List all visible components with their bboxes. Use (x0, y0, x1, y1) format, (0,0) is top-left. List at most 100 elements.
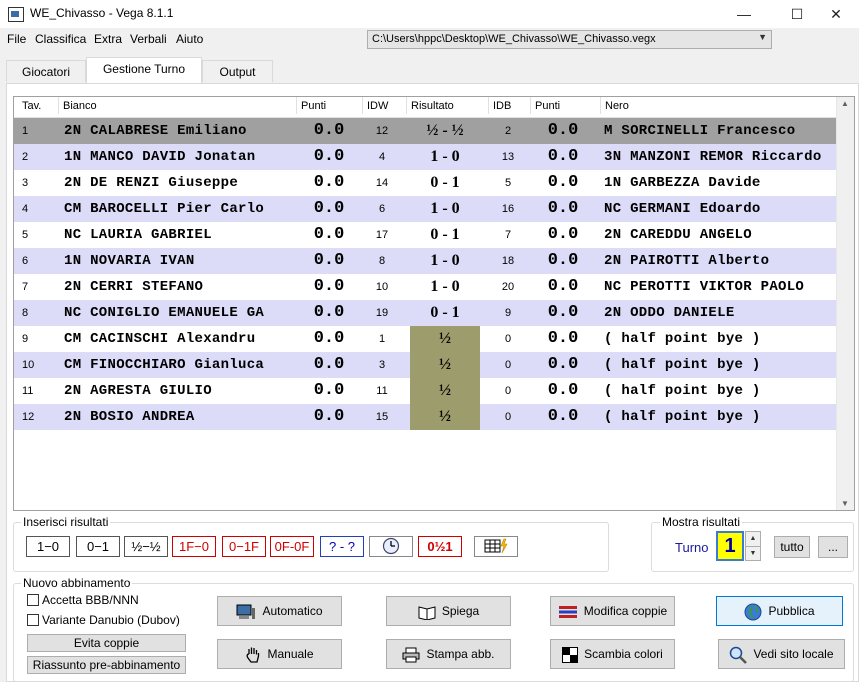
header-result[interactable]: Risultato (406, 97, 488, 114)
stampa-abb-button[interactable]: Stampa abb. (386, 639, 511, 669)
table-cell-result[interactable]: 1 - 0 (410, 248, 480, 274)
result-custom-button[interactable]: 0½1 (418, 536, 462, 557)
table-cell-result[interactable]: ½ (410, 326, 480, 352)
variante-danubio-checkbox[interactable] (27, 614, 39, 626)
table-cell-white-points[interactable]: 0.0 (300, 326, 358, 352)
table-cell-white-points[interactable]: 0.0 (300, 144, 358, 170)
header-white[interactable]: Bianco (58, 97, 296, 114)
table-cell-idb[interactable]: 7 (488, 222, 528, 248)
table-cell-white-points[interactable]: 0.0 (300, 248, 358, 274)
table-cell-white[interactable]: 1N NOVARIA IVAN (62, 248, 300, 274)
table-cell-white[interactable]: 2N BOSIO ANDREA (62, 404, 300, 430)
table-cell-result[interactable]: ½ - ½ (410, 118, 480, 144)
table-cell-black[interactable]: ( half point bye ) (604, 326, 836, 352)
table-cell-black-points[interactable]: 0.0 (534, 222, 592, 248)
table-cell-idw[interactable]: 4 (362, 144, 402, 170)
table-cell-idw[interactable]: 19 (362, 300, 402, 326)
table-cell-tav[interactable]: 9 (14, 326, 58, 352)
menu-extra[interactable]: Extra (94, 32, 122, 46)
header-black-points[interactable]: Punti (530, 97, 600, 114)
result-postponed-button[interactable] (369, 536, 413, 557)
table-cell-white-points[interactable]: 0.0 (300, 274, 358, 300)
table-cell-idb[interactable]: 0 (488, 404, 528, 430)
table-cell-tav[interactable]: 8 (14, 300, 58, 326)
table-cell-white[interactable]: 2N CERRI STEFANO (62, 274, 300, 300)
spin-down-icon[interactable]: ▼ (746, 547, 760, 561)
menu-classifica[interactable]: Classifica (35, 32, 86, 46)
table-cell-result[interactable]: ½ (410, 404, 480, 430)
table-cell-black-points[interactable]: 0.0 (534, 274, 592, 300)
manuale-button[interactable]: Manuale (217, 639, 342, 669)
table-cell-black-points[interactable]: 0.0 (534, 170, 592, 196)
table-cell-idb[interactable]: 18 (488, 248, 528, 274)
table-row[interactable]: 6 1N NOVARIA IVAN 0.0 8 1 - 0 18 0.0 2N PAIROTT… (14, 248, 836, 274)
menu-aiuto[interactable]: Aiuto (176, 32, 203, 46)
table-cell-white-points[interactable]: 0.0 (300, 352, 358, 378)
result-0f-0f-button[interactable]: 0F-0F (270, 536, 314, 557)
tutto-button[interactable]: tutto (774, 536, 810, 558)
table-cell-black-points[interactable]: 0.0 (534, 326, 592, 352)
table-cell-result[interactable]: 0 - 1 (410, 300, 480, 326)
table-cell-white-points[interactable]: 0.0 (300, 222, 358, 248)
table-row[interactable]: 4 CM BAROCELLI Pier Carlo 0.0 6 1 - 0 16 0.0 NC… (14, 196, 836, 222)
table-cell-black-points[interactable]: 0.0 (534, 248, 592, 274)
table-row[interactable]: 3 2N DE RENZI Giuseppe 0.0 14 0 - 1 5 0.0 1N GA… (14, 170, 836, 196)
vertical-scrollbar[interactable]: ▲ ▼ (836, 97, 854, 510)
table-cell-tav[interactable]: 4 (14, 196, 58, 222)
table-row[interactable]: 8 NC CONIGLIO EMANUELE GA 0.0 19 0 - 1 9 0.0 2N… (14, 300, 836, 326)
close-button[interactable]: ✕ (813, 0, 859, 28)
table-cell-black[interactable]: 2N PAIROTTI Alberto (604, 248, 836, 274)
evita-coppie-button[interactable]: Evita coppie (27, 634, 186, 652)
table-cell-idw[interactable]: 6 (362, 196, 402, 222)
table-cell-black-points[interactable]: 0.0 (534, 352, 592, 378)
result-0-1f-button[interactable]: 0−1F (222, 536, 266, 557)
table-cell-result[interactable]: 1 - 0 (410, 196, 480, 222)
table-cell-idw[interactable]: 11 (362, 378, 402, 404)
table-cell-white[interactable]: 2N AGRESTA GIULIO (62, 378, 300, 404)
table-cell-black[interactable]: ( half point bye ) (604, 352, 836, 378)
table-cell-result[interactable]: 1 - 0 (410, 144, 480, 170)
table-cell-idb[interactable]: 0 (488, 378, 528, 404)
table-cell-idb[interactable]: 16 (488, 196, 528, 222)
table-cell-result[interactable]: ½ (410, 352, 480, 378)
table-cell-white[interactable]: 2N CALABRESE Emiliano (62, 118, 300, 144)
turno-spinner-arrows[interactable]: ▲ ▼ (745, 531, 761, 561)
table-cell-black-points[interactable]: 0.0 (534, 196, 592, 222)
table-cell-idb[interactable]: 20 (488, 274, 528, 300)
table-cell-white-points[interactable]: 0.0 (300, 196, 358, 222)
table-cell-black-points[interactable]: 0.0 (534, 144, 592, 170)
table-cell-black[interactable]: ( half point bye ) (604, 404, 836, 430)
table-cell-result[interactable]: 0 - 1 (410, 222, 480, 248)
table-row[interactable]: 2 1N MANCO DAVID Jonatan 0.0 4 1 - 0 13 0.0 3N … (14, 144, 836, 170)
table-cell-tav[interactable]: 3 (14, 170, 58, 196)
table-cell-black[interactable]: 3N MANZONI REMOR Riccardo (604, 144, 836, 170)
table-cell-black[interactable]: ( half point bye ) (604, 378, 836, 404)
table-cell-white[interactable]: 2N DE RENZI Giuseppe (62, 170, 300, 196)
table-row[interactable]: 10 CM FINOCCHIARO Gianluca 0.0 3 ½ 0 0.0( half… (14, 352, 836, 378)
riassunto-pre-abbinamento-button[interactable]: Riassunto pre-abbinamento (27, 656, 186, 674)
table-cell-idw[interactable]: 3 (362, 352, 402, 378)
table-cell-tav[interactable]: 12 (14, 404, 58, 430)
table-cell-white[interactable]: 1N MANCO DAVID Jonatan (62, 144, 300, 170)
table-cell-black-points[interactable]: 0.0 (534, 300, 592, 326)
table-cell-black-points[interactable]: 0.0 (534, 404, 592, 430)
tab-giocatori[interactable]: Giocatori (6, 60, 86, 82)
table-cell-black[interactable]: 1N GARBEZZA Davide (604, 170, 836, 196)
tab-gestione-turno[interactable]: Gestione Turno (86, 57, 202, 83)
table-cell-black[interactable]: 2N ODDO DANIELE (604, 300, 836, 326)
table-cell-white[interactable]: CM FINOCCHIARO Gianluca (62, 352, 300, 378)
table-cell-idb[interactable]: 13 (488, 144, 528, 170)
menu-verbali[interactable]: Verbali (130, 32, 167, 46)
file-path-dropdown[interactable]: C:\Users\hppc\Desktop\WE_Chivasso\WE_Chi… (367, 30, 772, 49)
table-cell-idw[interactable]: 10 (362, 274, 402, 300)
spiega-button[interactable]: Spiega (386, 596, 511, 626)
header-white-points[interactable]: Punti (296, 97, 362, 114)
table-cell-black[interactable]: M SORCINELLI Francesco (604, 118, 836, 144)
table-row[interactable]: 11 2N AGRESTA GIULIO 0.0 11 ½ 0 0.0( half poin… (14, 378, 836, 404)
table-cell-result[interactable]: ½ (410, 378, 480, 404)
result-batch-button[interactable] (474, 536, 518, 557)
result-draw-button[interactable]: ½−½ (124, 536, 168, 557)
table-row[interactable]: 1 2N CALABRESE Emiliano 0.0 12 ½ - ½ 2 0.0 M SO… (14, 118, 836, 144)
table-cell-result[interactable]: 1 - 0 (410, 274, 480, 300)
header-idb[interactable]: IDB (488, 97, 530, 114)
